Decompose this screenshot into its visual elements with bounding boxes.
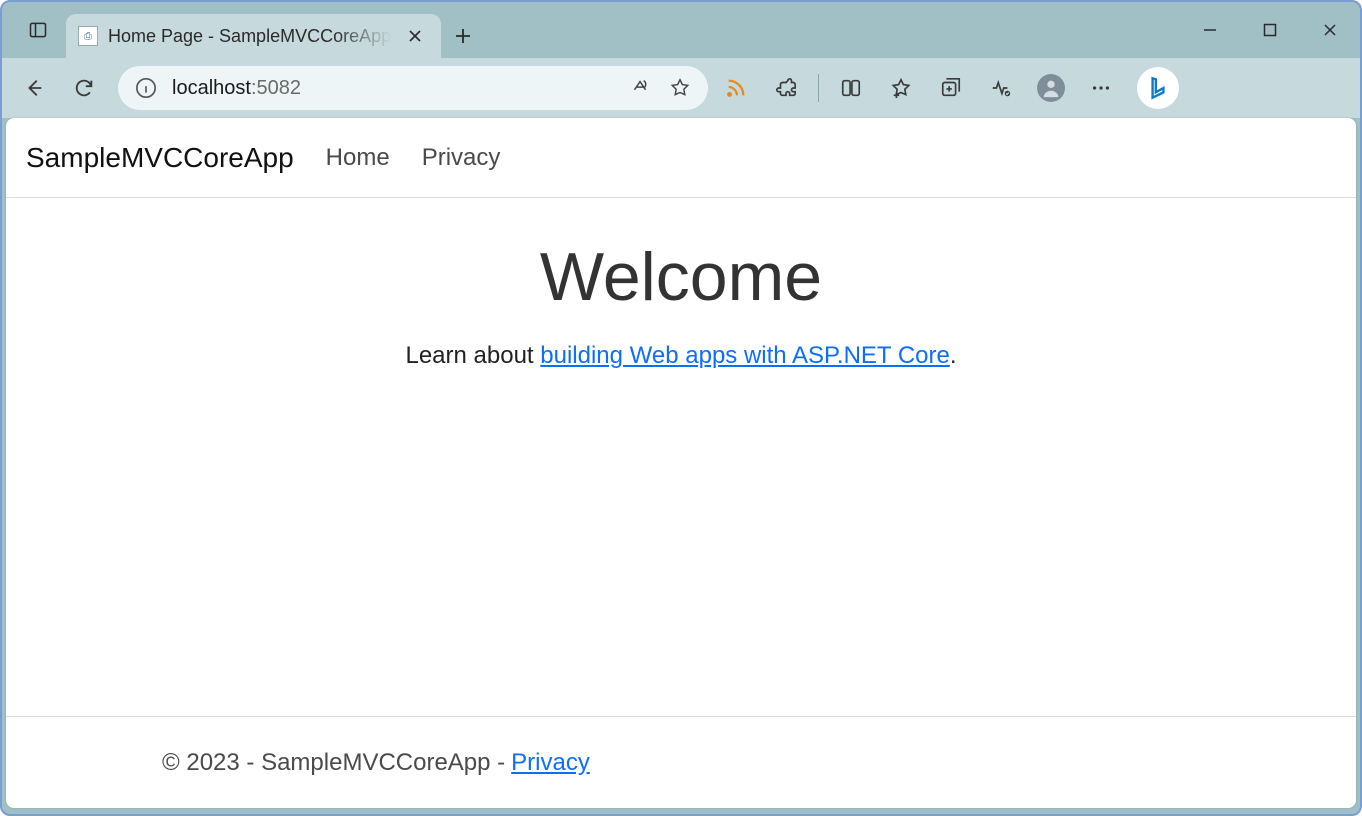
minimize-icon [1203, 23, 1217, 37]
arrow-left-icon [23, 77, 45, 99]
refresh-icon [73, 77, 95, 99]
avatar-icon [1037, 74, 1065, 102]
heartbeat-icon [990, 77, 1012, 99]
split-screen-button[interactable] [829, 66, 873, 110]
info-icon [135, 77, 157, 99]
site-info-button[interactable] [132, 74, 160, 102]
favicon-icon: ⎙ [78, 26, 98, 46]
url-text: localhost:5082 [172, 77, 614, 100]
read-aloud-button[interactable] [626, 74, 654, 102]
nav-privacy[interactable]: Privacy [422, 144, 501, 172]
nav-home[interactable]: Home [326, 144, 390, 172]
learn-paragraph: Learn about building Web apps with ASP.N… [6, 342, 1356, 370]
page-viewport: SampleMVCCoreApp Home Privacy Welcome Le… [6, 118, 1356, 808]
rss-icon [725, 77, 747, 99]
favorite-button[interactable] [666, 74, 694, 102]
browser-tab[interactable]: ⎙ Home Page - SampleMVCCoreApp [66, 14, 441, 58]
url-host: localhost [172, 77, 251, 99]
tab-title: Home Page - SampleMVCCoreApp [108, 26, 391, 47]
collections-icon [940, 77, 962, 99]
toolbar-divider [818, 74, 819, 102]
brand-link[interactable]: SampleMVCCoreApp [26, 142, 294, 174]
star-icon [669, 77, 691, 99]
close-icon [408, 29, 422, 43]
bing-search-button[interactable] [1137, 67, 1179, 109]
puzzle-icon [775, 77, 797, 99]
window-controls [1180, 2, 1360, 58]
collections-button[interactable] [929, 66, 973, 110]
site-navbar: SampleMVCCoreApp Home Privacy [6, 118, 1356, 198]
browser-window: ⎙ Home Page - SampleMVCCoreApp [0, 0, 1362, 816]
site-footer: © 2023 - SampleMVCCoreApp - Privacy [6, 716, 1356, 808]
refresh-button[interactable] [62, 66, 106, 110]
split-icon [840, 77, 862, 99]
url-port: :5082 [251, 77, 301, 99]
performance-button[interactable] [979, 66, 1023, 110]
tab-actions-button[interactable] [10, 2, 66, 58]
close-icon [1323, 23, 1337, 37]
close-window-button[interactable] [1300, 10, 1360, 50]
read-aloud-icon [629, 77, 651, 99]
profile-button[interactable] [1029, 66, 1073, 110]
extensions-button[interactable] [764, 66, 808, 110]
footer-text: © 2023 - SampleMVCCoreApp - [162, 749, 505, 777]
learn-suffix: . [950, 342, 957, 369]
learn-link[interactable]: building Web apps with ASP.NET Core [540, 342, 950, 369]
favorites-icon [890, 77, 912, 99]
bing-icon [1145, 75, 1171, 101]
tab-actions-icon [28, 20, 48, 40]
toolbar: localhost:5082 [2, 58, 1360, 118]
minimize-button[interactable] [1180, 10, 1240, 50]
page-body: Welcome Learn about building Web apps wi… [6, 198, 1356, 716]
titlebar: ⎙ Home Page - SampleMVCCoreApp [2, 2, 1360, 58]
footer-privacy-link[interactable]: Privacy [511, 749, 590, 777]
learn-prefix: Learn about [405, 342, 540, 369]
plus-icon [454, 27, 472, 45]
address-bar[interactable]: localhost:5082 [118, 66, 708, 110]
rss-button[interactable] [714, 66, 758, 110]
maximize-icon [1263, 23, 1277, 37]
tab-close-button[interactable] [401, 22, 429, 50]
maximize-button[interactable] [1240, 10, 1300, 50]
more-button[interactable] [1079, 66, 1123, 110]
back-button[interactable] [12, 66, 56, 110]
new-tab-button[interactable] [441, 14, 485, 58]
ellipsis-icon [1090, 77, 1112, 99]
favorites-button[interactable] [879, 66, 923, 110]
welcome-heading: Welcome [6, 238, 1356, 316]
